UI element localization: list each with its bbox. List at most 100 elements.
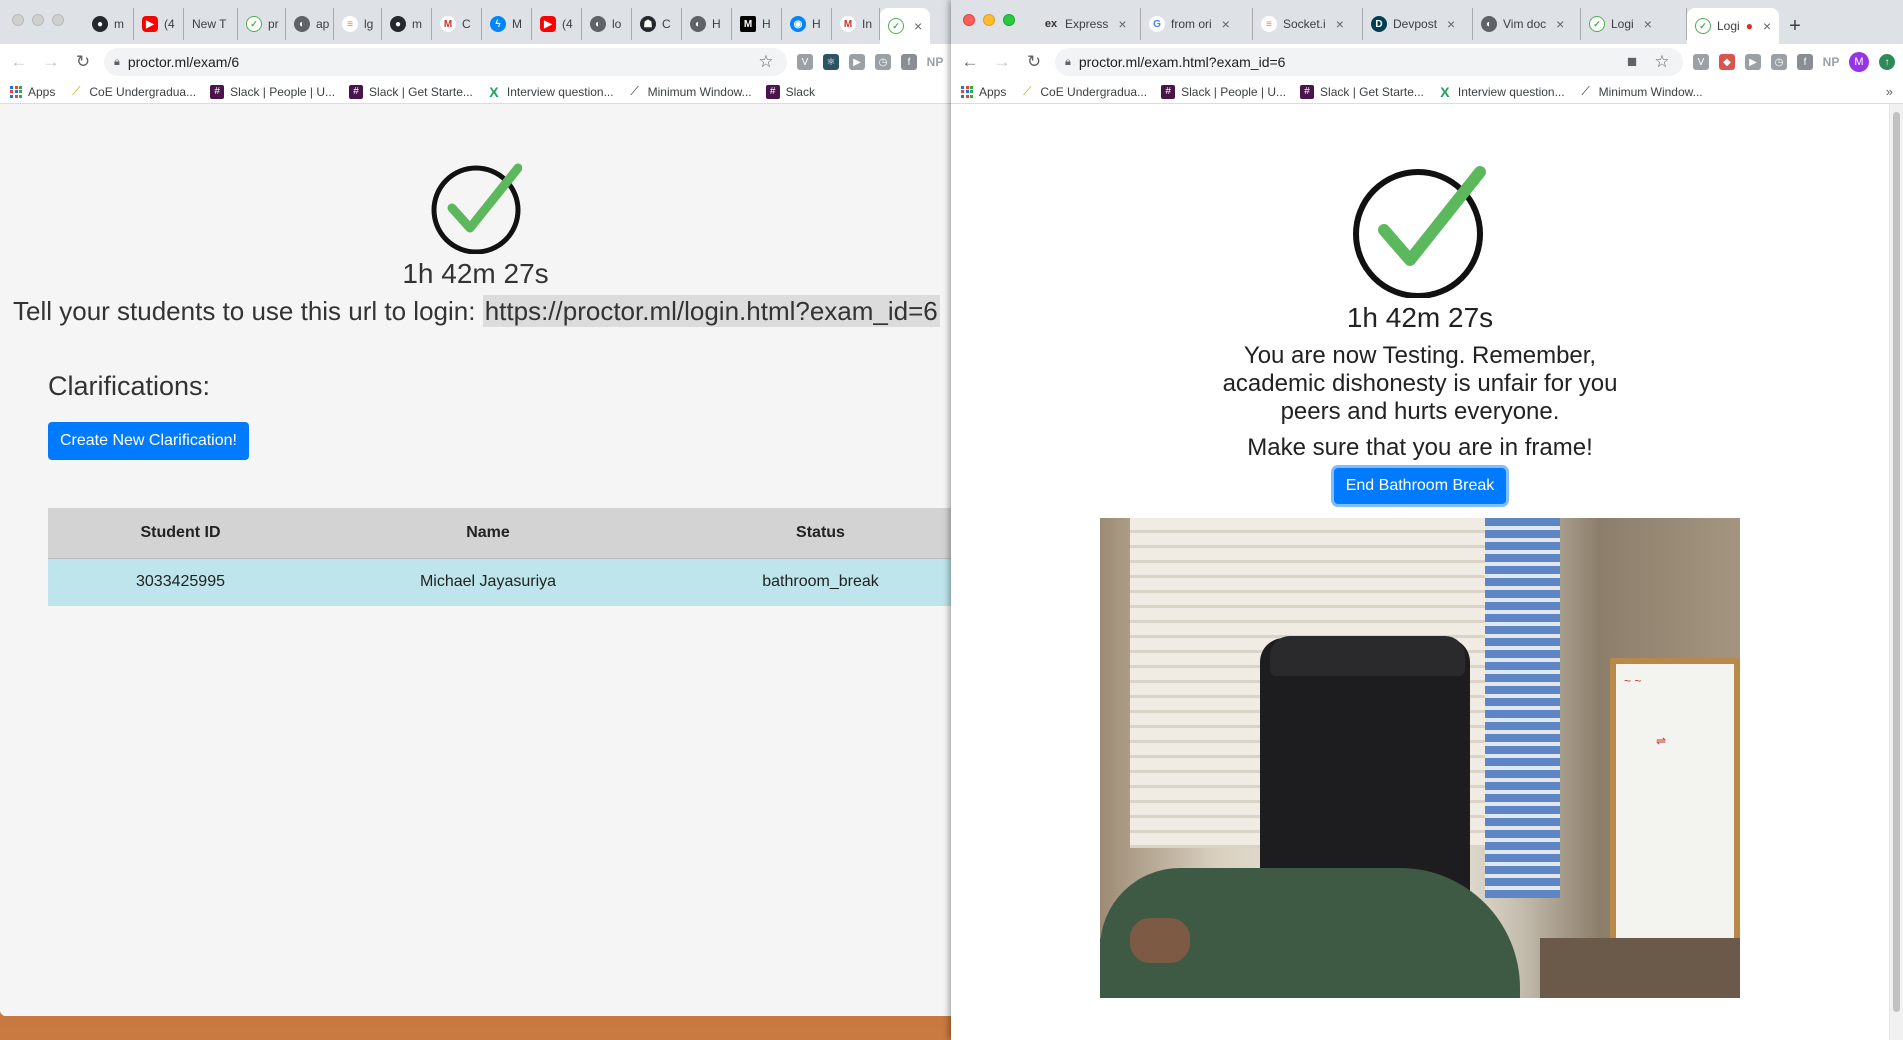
close-tab-icon[interactable]: × bbox=[1118, 16, 1126, 32]
lock-icon[interactable]: 🔒︎ bbox=[114, 56, 120, 69]
facebook-extension-icon[interactable]: f bbox=[901, 54, 917, 70]
minimize-window-button[interactable] bbox=[983, 14, 995, 26]
generic-site-icon: ◐ bbox=[1481, 16, 1497, 32]
bookmark-minimum-window[interactable]: ⟋ Minimum Window... bbox=[628, 84, 751, 99]
camera-in-use-icon[interactable]: ■ bbox=[1621, 52, 1643, 72]
browser-tab[interactable]: ◉ H bbox=[782, 8, 832, 40]
browser-tab[interactable]: MH bbox=[732, 8, 782, 40]
exam-panel: 1h 42m 27s You are now Testing. Remember… bbox=[951, 164, 1889, 998]
table-row[interactable]: 3033425995 Michael Jayasuriya bathroom_b… bbox=[48, 557, 951, 606]
forward-arrow-icon[interactable]: → bbox=[991, 52, 1013, 72]
browser-tab[interactable]: D Devpost × bbox=[1363, 8, 1473, 40]
browser-tab[interactable]: M In bbox=[832, 8, 880, 40]
browser-tab[interactable]: ☗ C bbox=[632, 8, 682, 40]
zoom-window-button[interactable] bbox=[52, 14, 64, 26]
bookmark-star-icon[interactable]: ☆ bbox=[755, 52, 777, 72]
close-tab-icon[interactable]: × bbox=[1336, 16, 1344, 32]
slack-icon: # bbox=[765, 84, 780, 99]
stackoverflow-icon: ≡ bbox=[1261, 16, 1277, 32]
vimium-extension-icon[interactable]: V bbox=[1693, 54, 1709, 70]
bookmark-slack-start[interactable]: # Slack | Get Starte... bbox=[1300, 84, 1424, 99]
bookmark-coe[interactable]: ⟋ CoE Undergradua... bbox=[1020, 84, 1147, 99]
minimize-window-button[interactable] bbox=[32, 14, 44, 26]
browser-tab[interactable]: ● m bbox=[382, 8, 432, 40]
zoom-window-button[interactable] bbox=[1003, 14, 1015, 26]
scrollbar-thumb[interactable] bbox=[1893, 112, 1900, 1012]
url-text: proctor.ml/exam.html?exam_id=6 bbox=[1078, 54, 1286, 70]
browser-tab[interactable]: ● m bbox=[84, 8, 134, 40]
minimum-window-icon: ⟋ bbox=[1581, 84, 1590, 98]
browser-tab[interactable]: MC bbox=[432, 8, 482, 40]
forward-arrow-icon[interactable]: → bbox=[40, 52, 62, 72]
profile-avatar[interactable]: M bbox=[1849, 52, 1869, 72]
close-tab-icon[interactable]: × bbox=[1447, 16, 1455, 32]
login-url[interactable]: https://proctor.ml/login.html?exam_id=6 bbox=[482, 295, 940, 327]
close-tab-icon[interactable]: × bbox=[1644, 16, 1652, 32]
browser-tab[interactable]: ▶ (4 bbox=[134, 8, 184, 40]
minimum-window-icon: ⟋ bbox=[630, 84, 639, 98]
browser-tab[interactable]: ≡ lg bbox=[334, 8, 382, 40]
webcam-feed: ~ ~ ⇌ bbox=[1100, 518, 1740, 998]
active-tab[interactable]: ✓ × bbox=[880, 8, 931, 44]
bookmark-apps[interactable]: Apps bbox=[961, 85, 1006, 99]
tab-label: M bbox=[512, 17, 522, 31]
back-arrow-icon[interactable]: ← bbox=[959, 52, 981, 72]
browser-tab[interactable]: ≡ Socket.i × bbox=[1253, 8, 1363, 40]
create-clarification-button[interactable]: Create New Clarification! bbox=[48, 422, 249, 460]
browser-tab[interactable]: ◐ H bbox=[682, 8, 732, 40]
react-devtools-extension-icon[interactable]: ⚛ bbox=[823, 54, 839, 70]
close-tab-icon[interactable]: × bbox=[1556, 16, 1564, 32]
close-tab-icon[interactable]: × bbox=[1763, 18, 1771, 34]
page-scrollbar[interactable] bbox=[1889, 104, 1903, 1040]
browser-tab[interactable]: ▶ (4 bbox=[532, 8, 582, 40]
end-bathroom-break-button[interactable]: End Bathroom Break bbox=[1333, 468, 1507, 504]
bookmark-interview[interactable]: X Interview question... bbox=[487, 84, 613, 100]
browser-tab[interactable]: ◐ Vim doc × bbox=[1473, 8, 1581, 40]
ghost-icon: ☗ bbox=[640, 16, 656, 32]
clock-extension-icon[interactable]: ◷ bbox=[875, 54, 891, 70]
browser-tab[interactable]: ◐ ap bbox=[286, 8, 334, 40]
instructor-browser-window: ● m ▶ (4 New T ✓ pr ◐ ap ≡ lg ● m M Cϟ M ▶ (4 ◐ lo ☗ C ◐ H M H ◉ H M… bbox=[0, 0, 951, 1016]
clock-extension-icon[interactable]: ◷ bbox=[1771, 54, 1787, 70]
browser-tab[interactable]: ✓ pr bbox=[238, 8, 286, 40]
np-extension-icon[interactable]: NP bbox=[1823, 54, 1840, 70]
lock-icon[interactable]: 🔒︎ bbox=[1065, 56, 1071, 69]
bookmark-slack-start[interactable]: # Slack | Get Starte... bbox=[349, 84, 473, 99]
vimium-extension-icon[interactable]: V bbox=[797, 54, 813, 70]
bookmark-star-icon[interactable]: ☆ bbox=[1651, 52, 1673, 72]
close-window-button[interactable] bbox=[963, 14, 975, 26]
bookmark-interview[interactable]: X Interview question... bbox=[1438, 83, 1564, 100]
video-extension-icon[interactable]: ▶ bbox=[849, 54, 865, 70]
address-bar[interactable]: 🔒︎ proctor.ml/exam.html?exam_id=6 ■ ☆ bbox=[1055, 48, 1683, 76]
back-arrow-icon[interactable]: ← bbox=[8, 52, 30, 72]
tab-strip: ● m ▶ (4 New T ✓ pr ◐ ap ≡ lg ● m M Cϟ M ▶ (4 ◐ lo ☗ C ◐ H M H ◉ H M… bbox=[0, 0, 951, 44]
bookmark-coe[interactable]: ⟋ CoE Undergradua... bbox=[69, 84, 196, 99]
facebook-extension-icon[interactable]: f bbox=[1797, 54, 1813, 70]
browser-tab[interactable]: New T bbox=[184, 8, 238, 40]
reload-icon[interactable]: ↻ bbox=[1023, 52, 1045, 72]
address-bar[interactable]: 🔒︎ proctor.ml/exam/6 ☆ bbox=[104, 48, 787, 76]
bookmark-slack-people[interactable]: # Slack | People | U... bbox=[1161, 84, 1286, 99]
update-extension-icon[interactable]: ↑ bbox=[1879, 54, 1895, 70]
close-tab-icon[interactable]: × bbox=[1222, 16, 1230, 32]
reload-icon[interactable]: ↻ bbox=[72, 52, 94, 72]
bookmark-apps[interactable]: Apps bbox=[10, 85, 55, 99]
bookmark-minimum-window[interactable]: ⟋ Minimum Window... bbox=[1579, 84, 1702, 99]
browser-tab[interactable]: ◐ lo bbox=[582, 8, 632, 40]
browser-tab[interactable]: ✓ Logi × bbox=[1581, 8, 1687, 40]
video-extension-icon[interactable]: ▶ bbox=[1745, 54, 1761, 70]
bookmark-slack[interactable]: # Slack bbox=[765, 84, 815, 99]
close-tab-icon[interactable]: × bbox=[914, 18, 922, 34]
red-extension-icon[interactable]: ◆ bbox=[1719, 54, 1735, 70]
generic-site-icon: ◐ bbox=[590, 16, 606, 32]
close-window-button[interactable] bbox=[12, 14, 24, 26]
more-bookmarks-chevron-icon[interactable]: » bbox=[1886, 84, 1893, 99]
browser-tab[interactable]: Gfrom ori × bbox=[1141, 8, 1253, 40]
np-extension-icon[interactable]: NP bbox=[927, 54, 944, 70]
bookmark-slack-people[interactable]: # Slack | People | U... bbox=[210, 84, 335, 99]
active-tab[interactable]: ✓ Logi ● × bbox=[1687, 8, 1780, 44]
new-tab-button[interactable]: + bbox=[1779, 15, 1811, 44]
browser-tab[interactable]: ex Express × bbox=[1035, 8, 1141, 40]
x-icon: X bbox=[1440, 83, 1450, 100]
browser-tab[interactable]: ϟM bbox=[482, 8, 532, 40]
